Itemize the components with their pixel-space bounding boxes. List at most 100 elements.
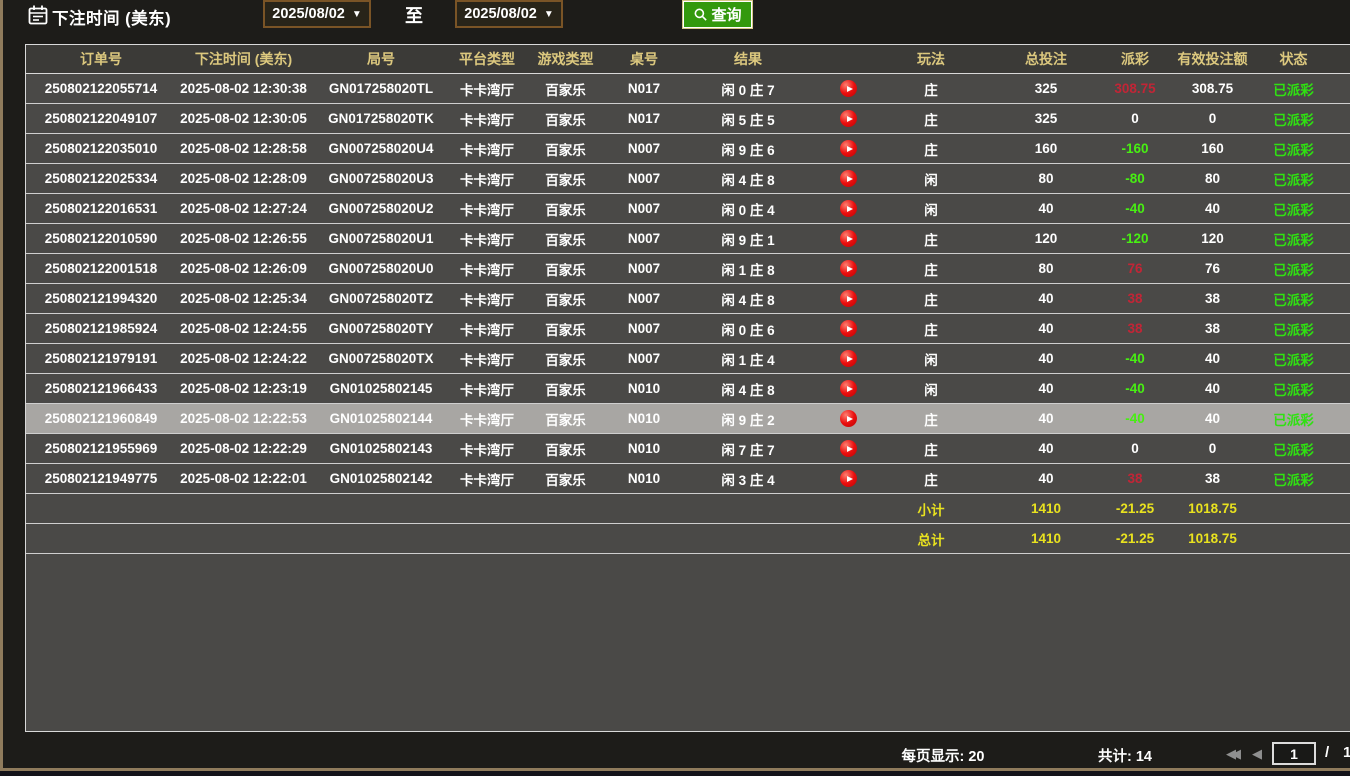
bet-time-cell: 2025-08-02 12:24:55	[176, 321, 311, 336]
round-no-cell: GN007258020TX	[311, 351, 451, 366]
valid-bet-cell: 0	[1159, 111, 1266, 126]
valid-bet-cell: 40	[1159, 351, 1266, 366]
replay-play-icon[interactable]	[840, 440, 857, 457]
table-row[interactable]: 250802122035010 2025-08-02 12:28:58 GN00…	[26, 134, 1350, 164]
replay-play-icon[interactable]	[840, 200, 857, 217]
filter-label: 下注时间 (美东)	[52, 5, 171, 29]
table-row[interactable]: 250802121994320 2025-08-02 12:25:34 GN00…	[26, 284, 1350, 314]
status-cell: 已派彩	[1266, 439, 1321, 459]
status-cell: 已派彩	[1266, 79, 1321, 99]
first-page-icon[interactable]: ◀◀	[1226, 746, 1236, 762]
result-cell: 闲 9 庄 1	[680, 229, 816, 249]
total-bet-cell: 40	[981, 441, 1111, 456]
table-row[interactable]: 250802121960849 2025-08-02 12:22:53 GN01…	[26, 404, 1350, 434]
round-no-cell: GN007258020U4	[311, 141, 451, 156]
order-no-cell: 250802122035010	[26, 141, 176, 156]
table-no-cell: N010	[608, 471, 680, 486]
payout-cell: -80	[1111, 171, 1159, 186]
payout-cell: 0	[1111, 441, 1159, 456]
platform-cell: 卡卡湾厅	[451, 199, 523, 219]
platform-cell: 卡卡湾厅	[451, 79, 523, 99]
round-no-cell: GN007258020TY	[311, 321, 451, 336]
platform-cell: 卡卡湾厅	[451, 139, 523, 159]
game-type-cell: 百家乐	[523, 289, 608, 309]
table-body: 250802122055714 2025-08-02 12:30:38 GN01…	[26, 74, 1350, 494]
result-cell: 闲 4 庄 8	[680, 169, 816, 189]
window-left-border	[0, 0, 3, 770]
query-button[interactable]: 查询	[682, 0, 753, 29]
replay-play-icon[interactable]	[840, 320, 857, 337]
valid-bet-cell: 38	[1159, 291, 1266, 306]
table-row[interactable]: 250802122049107 2025-08-02 12:30:05 GN01…	[26, 104, 1350, 134]
table-row[interactable]: 250802122010590 2025-08-02 12:26:55 GN00…	[26, 224, 1350, 254]
page-number-input[interactable]	[1272, 742, 1316, 765]
replay-play-icon[interactable]	[840, 110, 857, 127]
replay-cell	[816, 290, 881, 307]
replay-cell	[816, 350, 881, 367]
status-cell: 已派彩	[1266, 409, 1321, 429]
replay-play-icon[interactable]	[840, 230, 857, 247]
table-row[interactable]: 250802122025334 2025-08-02 12:28:09 GN00…	[26, 164, 1350, 194]
records-table: 订单号 下注时间 (美东) 局号 平台类型 游戏类型 桌号 结果 玩法 总投注 …	[25, 44, 1350, 732]
valid-bet-cell: 160	[1159, 141, 1266, 156]
table-row[interactable]: 250802121949775 2025-08-02 12:22:01 GN01…	[26, 464, 1350, 494]
valid-bet-cell: 38	[1159, 321, 1266, 336]
table-row[interactable]: 250802121985924 2025-08-02 12:24:55 GN00…	[26, 314, 1350, 344]
table-no-cell: N007	[608, 141, 680, 156]
game-type-cell: 百家乐	[523, 349, 608, 369]
table-row[interactable]: 250802122001518 2025-08-02 12:26:09 GN00…	[26, 254, 1350, 284]
search-icon	[693, 7, 708, 22]
total-bet-cell: 40	[981, 351, 1111, 366]
platform-cell: 卡卡湾厅	[451, 289, 523, 309]
replay-play-icon[interactable]	[840, 140, 857, 157]
replay-play-icon[interactable]	[840, 350, 857, 367]
replay-play-icon[interactable]	[840, 290, 857, 307]
header-valid-bet: 有效投注额	[1159, 49, 1266, 69]
total-bet-cell: 80	[981, 171, 1111, 186]
status-cell: 已派彩	[1266, 169, 1321, 189]
page-size-label: 每页显示: 20	[878, 745, 1008, 766]
table-no-cell: N010	[608, 381, 680, 396]
total-row: 总计 1410 -21.25 1018.75	[26, 524, 1350, 554]
payout-cell: -160	[1111, 141, 1159, 156]
table-row[interactable]: 250802122055714 2025-08-02 12:30:38 GN01…	[26, 74, 1350, 104]
result-cell: 闲 0 庄 6	[680, 319, 816, 339]
order-no-cell: 250802121966433	[26, 381, 176, 396]
total-bet-cell: 40	[981, 411, 1111, 426]
replay-play-icon[interactable]	[840, 470, 857, 487]
replay-play-icon[interactable]	[840, 80, 857, 97]
date-to-select[interactable]: 2025/08/02 ▼	[455, 0, 563, 28]
bet-time-cell: 2025-08-02 12:26:55	[176, 231, 311, 246]
subtotal-payout: -21.25	[1111, 501, 1159, 516]
round-no-cell: GN01025802143	[311, 441, 451, 456]
payout-cell: 308.75	[1111, 81, 1159, 96]
status-cell: 已派彩	[1266, 139, 1321, 159]
table-no-cell: N007	[608, 201, 680, 216]
date-from-select[interactable]: 2025/08/02 ▼	[263, 0, 371, 28]
bet-time-cell: 2025-08-02 12:23:19	[176, 381, 311, 396]
platform-cell: 卡卡湾厅	[451, 229, 523, 249]
replay-play-icon[interactable]	[840, 380, 857, 397]
replay-play-icon[interactable]	[840, 170, 857, 187]
header-bet-time: 下注时间 (美东)	[176, 49, 311, 69]
replay-play-icon[interactable]	[840, 260, 857, 277]
play-type-cell: 庄	[881, 439, 981, 459]
table-row[interactable]: 250802121979191 2025-08-02 12:24:22 GN00…	[26, 344, 1350, 374]
order-no-cell: 250802121979191	[26, 351, 176, 366]
bet-time-cell: 2025-08-02 12:22:53	[176, 411, 311, 426]
header-payout: 派彩	[1111, 49, 1159, 69]
round-no-cell: GN01025802142	[311, 471, 451, 486]
table-no-cell: N007	[608, 321, 680, 336]
valid-bet-cell: 40	[1159, 411, 1266, 426]
table-row[interactable]: 250802121955969 2025-08-02 12:22:29 GN01…	[26, 434, 1350, 464]
prev-page-icon[interactable]: ◀	[1252, 746, 1262, 762]
order-no-cell: 250802121949775	[26, 471, 176, 486]
table-row[interactable]: 250802121966433 2025-08-02 12:23:19 GN01…	[26, 374, 1350, 404]
order-no-cell: 250802121955969	[26, 441, 176, 456]
platform-cell: 卡卡湾厅	[451, 439, 523, 459]
table-row[interactable]: 250802122016531 2025-08-02 12:27:24 GN00…	[26, 194, 1350, 224]
status-cell: 已派彩	[1266, 259, 1321, 279]
replay-play-icon[interactable]	[840, 410, 857, 427]
chevron-down-icon: ▼	[352, 9, 362, 20]
game-type-cell: 百家乐	[523, 439, 608, 459]
